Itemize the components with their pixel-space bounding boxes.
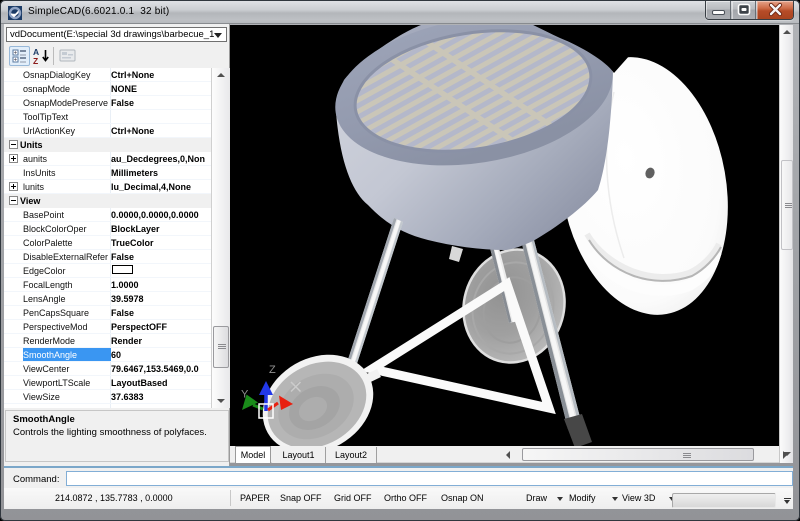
svg-text:Z: Z xyxy=(269,364,276,376)
svg-text:Z: Z xyxy=(33,56,38,66)
svg-text:+: + xyxy=(14,50,18,56)
svg-text:+: + xyxy=(14,57,18,63)
svg-text:Y: Y xyxy=(241,389,249,401)
